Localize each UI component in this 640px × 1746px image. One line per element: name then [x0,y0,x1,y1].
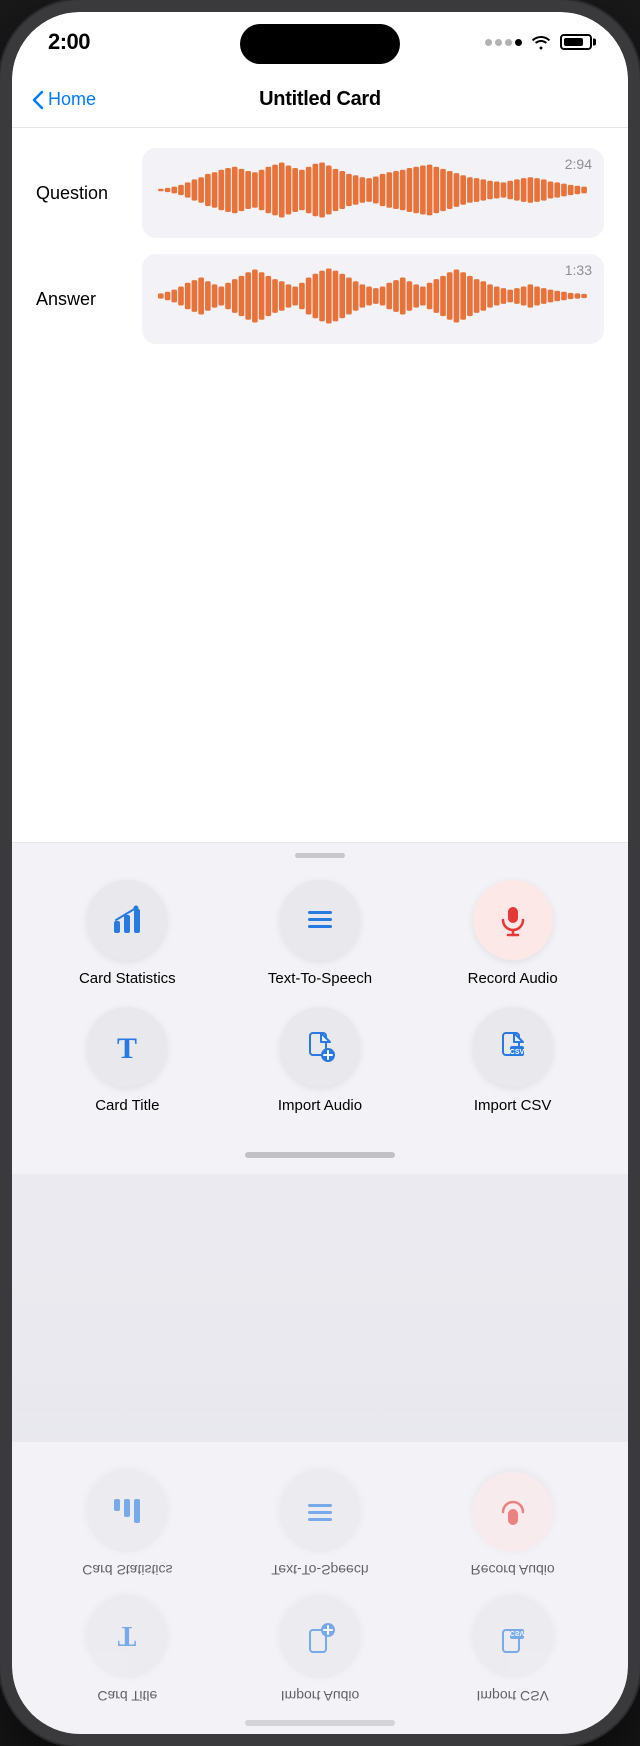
phone-screen: 2:00 [12,12,628,1734]
import-audio-icon [301,1028,339,1066]
status-bar: 2:00 [12,12,628,72]
import-csv-item[interactable]: CSV Import CSV [421,1007,604,1114]
microphone-icon [494,901,532,939]
card-statistics-label: Card Statistics [79,970,176,987]
svg-text:T: T [117,1032,137,1065]
reflection: Card Title T Import Audio [12,1174,628,1734]
reflection-home-indicator [12,1704,628,1734]
audio-section: Question 2:94 Answer 1:33 [36,148,604,344]
home-bar [245,1152,395,1158]
action-grid: Card Statistics Text-To-Speech [12,864,628,1144]
text-to-speech-label: Text-To-Speech [268,970,372,987]
content-spacer [12,505,628,842]
status-time: 2:00 [48,29,90,55]
signal-icon [485,39,522,46]
back-label: Home [48,89,96,110]
question-audio-row: Question 2:94 [36,148,604,238]
record-audio-item[interactable]: Record Audio [421,880,604,987]
sheet-handle-area [12,843,628,864]
card-title-item[interactable]: T Card Title [36,1007,219,1114]
main-content: Question 2:94 Answer 1:33 [12,128,628,505]
svg-text:CSV: CSV [509,1049,524,1056]
import-csv-label: Import CSV [474,1097,552,1114]
sheet-handle [295,853,345,858]
reflection-home-bar [245,1720,395,1726]
r-card-stats: Card Statistics [36,1472,219,1578]
text-to-speech-icon-circle [280,880,360,960]
import-audio-label: Import Audio [278,1097,362,1114]
answer-audio-row: Answer 1:33 [36,254,604,344]
page-title: Untitled Card [259,88,381,111]
r-record: Record Audio [421,1472,604,1578]
answer-waveform[interactable]: 1:33 [142,254,604,344]
record-audio-label: Record Audio [468,970,558,987]
import-audio-item[interactable]: Import Audio [229,1007,412,1114]
nav-bar: Home Untitled Card [12,72,628,128]
card-statistics-item[interactable]: Card Statistics [36,880,219,987]
r-tts: Text-To-Speech [229,1472,412,1578]
bottom-sheet: Card Statistics Text-To-Speech [12,842,628,1174]
answer-waveform-svg [158,266,588,326]
wifi-icon [530,34,552,50]
csv-icon: CSV [494,1028,532,1066]
import-csv-icon-circle: CSV [473,1007,553,1087]
status-icons [485,34,592,50]
home-indicator [12,1144,628,1174]
battery-icon [560,34,592,50]
phone-frame: 2:00 [0,0,640,1746]
dynamic-island [240,24,400,64]
r-card-title: Card Title T [36,1598,219,1704]
lines-icon [301,901,339,939]
answer-label: Answer [36,289,126,310]
chart-icon [108,901,146,939]
back-chevron-icon [32,90,44,110]
import-audio-icon-circle [280,1007,360,1087]
question-duration: 2:94 [565,156,592,172]
letter-t-icon: T [108,1028,146,1066]
question-waveform[interactable]: 2:94 [142,148,604,238]
record-audio-icon-circle [473,880,553,960]
svg-text:T: T [118,1620,137,1651]
r-import-csv: Import CSV CSV [421,1598,604,1704]
r-import-audio: Import Audio [229,1598,412,1704]
card-title-label: Card Title [95,1097,159,1114]
answer-duration: 1:33 [565,262,592,278]
svg-text:CSV: CSV [509,1629,524,1636]
question-label: Question [36,183,126,204]
card-statistics-icon-circle [87,880,167,960]
card-title-icon-circle: T [87,1007,167,1087]
back-button[interactable]: Home [32,89,96,110]
text-to-speech-item[interactable]: Text-To-Speech [229,880,412,987]
question-waveform-svg [158,160,588,220]
